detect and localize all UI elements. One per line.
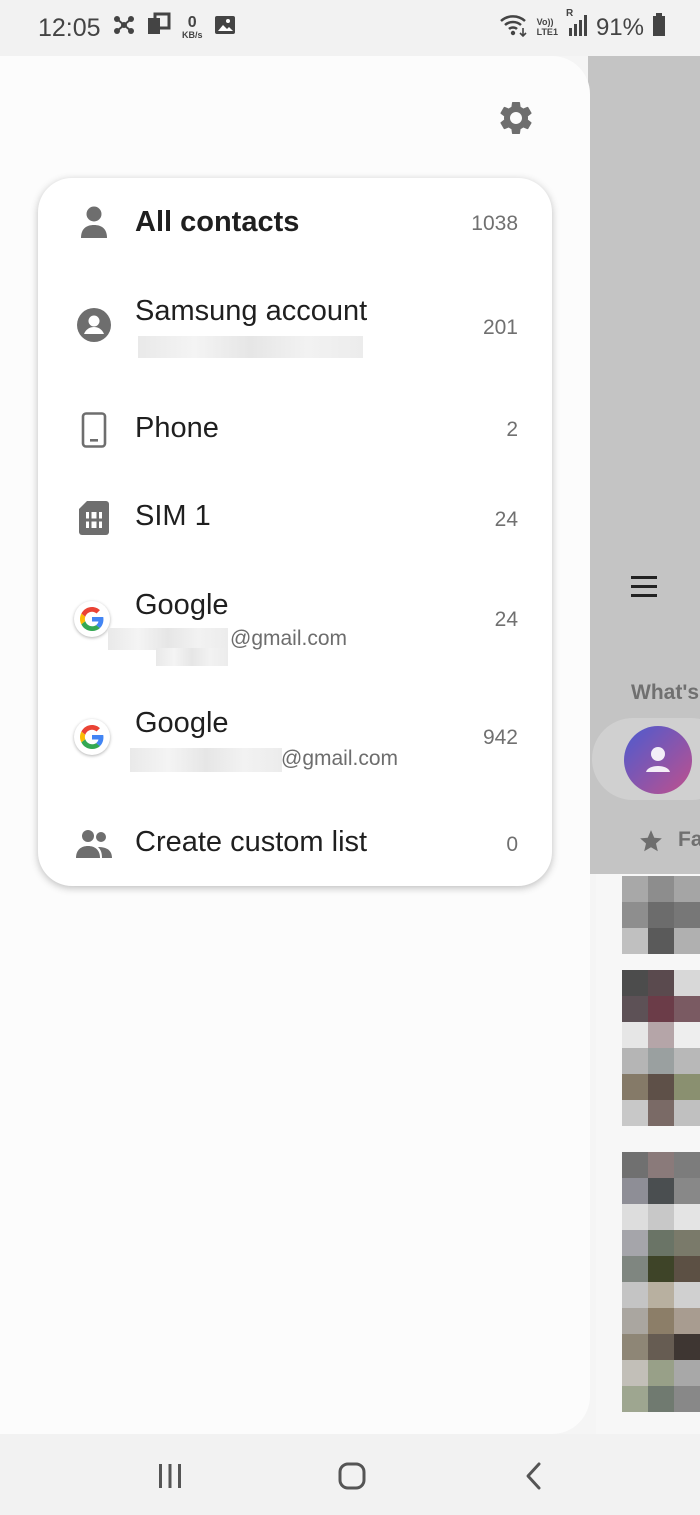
account-count: 1038 (471, 212, 518, 235)
speed-unit: KB/s (182, 30, 203, 40)
roaming-label: R (565, 8, 574, 19)
battery-percent: 91% (595, 13, 644, 41)
redacted-email (156, 648, 228, 666)
lte-indicator: Vo)) LTE1 (536, 17, 558, 38)
account-count: 24 (494, 608, 518, 631)
account-title: Google (135, 589, 229, 621)
account-count: 0 (506, 833, 518, 856)
account-title: Phone (135, 412, 219, 444)
account-circle-icon (74, 305, 114, 345)
sim-card-icon (74, 498, 114, 538)
star-icon (638, 828, 664, 859)
google-icon (72, 717, 112, 757)
account-row-google-1[interactable]: Google @gmail.com 24 (38, 560, 552, 670)
recent-apps-icon[interactable] (150, 1456, 190, 1496)
account-count: 942 (482, 726, 518, 749)
redacted-email (138, 336, 363, 358)
wifi-icon (499, 12, 529, 43)
status-bar: 12:05 0 KB/s Vo)) LTE1 R 91% (0, 0, 700, 56)
blurred-avatar (622, 1386, 700, 1412)
contact-list-blurred (596, 874, 700, 1434)
network-speed: 0 KB/s (182, 15, 203, 40)
redacted-email (108, 628, 228, 650)
status-time: 12:05 (38, 14, 101, 42)
settings-gear-icon[interactable] (496, 98, 536, 138)
screen-mirror-icon (146, 12, 172, 43)
account-email: @gmail.com (230, 627, 348, 650)
blurred-avatar (622, 970, 700, 1048)
group-icon (74, 823, 114, 863)
account-title: Samsung account (135, 295, 368, 327)
battery-icon (652, 13, 666, 42)
account-count: 24 (494, 508, 518, 531)
account-title: SIM 1 (135, 500, 211, 532)
account-count: 201 (482, 316, 518, 339)
create-custom-list-row[interactable]: Create custom list 0 (38, 790, 552, 886)
signal-icon: R (566, 8, 588, 43)
account-title: Google (135, 707, 229, 739)
account-row-sim[interactable]: SIM 1 24 (38, 480, 552, 560)
image-icon (213, 13, 237, 42)
blurred-avatar (622, 876, 700, 954)
account-row-phone[interactable]: Phone 2 (38, 380, 552, 480)
blurred-avatar (622, 1048, 700, 1126)
blurred-avatar (622, 1152, 700, 1230)
account-row-google-2[interactable]: Google @gmail.com 942 (38, 670, 552, 790)
blurred-avatar (622, 1230, 700, 1308)
account-row-samsung[interactable]: Samsung account 201 (38, 270, 552, 380)
account-title: All contacts (135, 206, 300, 238)
account-email: @gmail.com (281, 747, 399, 770)
lte-label: LTE1 (536, 26, 558, 37)
phone-device-icon (74, 410, 114, 450)
person-icon (74, 202, 114, 242)
account-row-all-contacts[interactable]: All contacts 1038 (38, 178, 552, 270)
avatar[interactable] (624, 726, 692, 794)
navigation-bar (0, 1434, 700, 1515)
nodes-icon (112, 13, 136, 42)
google-icon (72, 599, 112, 639)
menu-icon[interactable] (630, 574, 660, 605)
whats-new-label: What's (631, 681, 699, 704)
blurred-avatar (622, 1308, 700, 1386)
back-icon[interactable] (514, 1456, 554, 1496)
redacted-email (130, 748, 282, 772)
favorites-label: Fa (678, 828, 700, 851)
speed-value: 0 (187, 14, 197, 31)
accounts-card: All contacts 1038 Samsung account 201 Ph… (38, 178, 552, 886)
home-icon[interactable] (332, 1456, 372, 1496)
account-title: Create custom list (135, 826, 368, 858)
account-count: 2 (506, 418, 518, 441)
